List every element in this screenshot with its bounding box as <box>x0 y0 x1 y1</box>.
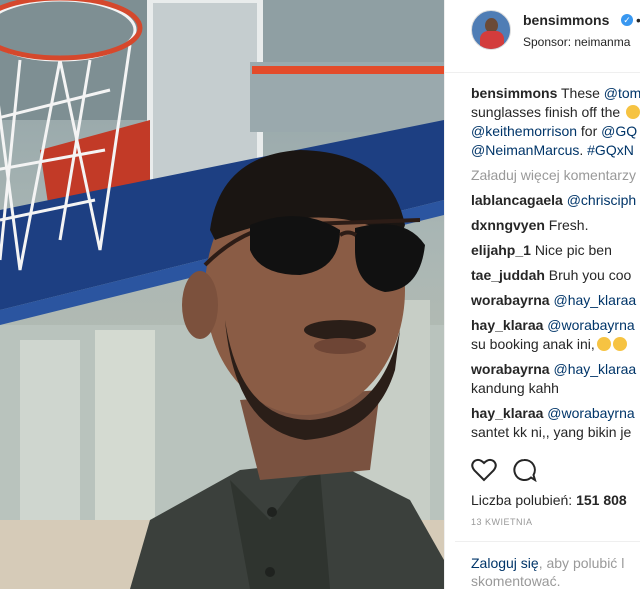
comment-text: Bruh you coo <box>548 267 632 283</box>
caption-mention[interactable]: @tom <box>604 85 640 101</box>
comment-bubble-icon[interactable] <box>511 458 537 487</box>
comment-username[interactable]: elijahp_1 <box>471 242 531 258</box>
comment-continuation: santet kk ni,, yang bikin je <box>471 423 640 442</box>
caption-line-2: sunglasses finish off the <box>471 103 640 122</box>
comment-text: kandung kahh <box>471 380 559 396</box>
load-more-comments-link[interactable]: Załaduj więcej komentarzy <box>471 166 640 185</box>
comment-text: Nice pic ben <box>534 242 612 258</box>
verified-badge-icon: ✓ <box>621 14 633 26</box>
comment-username[interactable]: tae_juddah <box>471 267 545 283</box>
comment-item: tae_juddah Bruh you coo <box>471 266 640 285</box>
comment-mention[interactable]: @worabayrna <box>547 405 634 421</box>
likes-count[interactable]: Liczba polubień: 151 808 <box>471 492 627 508</box>
login-text-part: , aby polubić l <box>538 555 625 571</box>
post-header: bensimmons ✓ • Sponsor: neimanma <box>445 0 640 73</box>
emoji-icon <box>596 337 611 351</box>
login-prompt: Zaloguj się, aby polubić l skomentować. <box>455 541 640 589</box>
comment-username[interactable]: dxnngvyen <box>471 217 545 233</box>
comment-text: santet kk ni,, yang bikin je <box>471 424 632 440</box>
caption-mention[interactable]: @GQ <box>601 123 637 139</box>
comment-mention[interactable]: @worabayrna <box>547 317 634 333</box>
caption-hashtag[interactable]: #GQxN <box>587 142 634 158</box>
comment-mention[interactable]: @hay_klaraa <box>553 292 636 308</box>
emoji-icon <box>612 337 627 351</box>
comment-username[interactable]: worabayrna <box>471 292 550 308</box>
comment-continuation: kandung kahh <box>471 379 640 398</box>
comment-item: elijahp_1 Nice pic ben <box>471 241 640 260</box>
caption-text: for <box>577 123 602 139</box>
comment-username[interactable]: hay_klaraa <box>471 405 543 421</box>
caption-mention[interactable]: @keithemorrison <box>471 123 577 139</box>
comment-username[interactable]: lablancagaela <box>471 192 563 208</box>
comments-list: bensimmons These @tom sunglasses finish … <box>471 84 640 442</box>
likes-label: Liczba polubień: <box>471 492 577 508</box>
comment-continuation: su booking anak ini, <box>471 335 640 354</box>
comment-mention[interactable]: @hay_klaraa <box>553 361 636 377</box>
comment-mention[interactable]: @chrisciph <box>567 192 636 208</box>
caption-text: . <box>579 142 588 158</box>
caption-username[interactable]: bensimmons <box>471 85 557 101</box>
caption-line-1: bensimmons These @tom <box>471 84 640 103</box>
post-username[interactable]: bensimmons <box>523 12 609 28</box>
sponsor-label[interactable]: Sponsor: neimanma <box>523 35 630 49</box>
comment-text: Fresh. <box>548 217 589 233</box>
caption-line-3: @keithemorrison for @GQ <box>471 122 640 141</box>
likes-number: 151 808 <box>576 492 627 508</box>
caption-line-4: @NeimanMarcus. #GQxN <box>471 141 640 160</box>
comment-item: dxnngvyen Fresh. <box>471 216 640 235</box>
login-text: Zaloguj się, aby polubić l skomentować. <box>471 554 640 589</box>
avatar[interactable] <box>471 10 511 50</box>
heart-icon[interactable] <box>471 458 497 487</box>
separator-dot: • <box>636 12 640 28</box>
comment-item: worabayrna @hay_klaraa <box>471 360 640 379</box>
emoji-icon <box>626 105 640 119</box>
login-link[interactable]: Zaloguj się <box>471 555 539 571</box>
comment-text: su booking anak ini, <box>471 336 595 352</box>
comment-item: lablancagaela @chrisciph <box>471 191 640 210</box>
comment-item: worabayrna @hay_klaraa <box>471 291 640 310</box>
avatar-torso <box>480 31 504 49</box>
caption-text: sunglasses finish off the <box>471 104 625 120</box>
comment-item: hay_klaraa @worabayrna <box>471 404 640 423</box>
login-text-part: skomentować. <box>471 573 561 589</box>
post-date: 13 KWIETNIA <box>471 517 533 527</box>
post-side-panel: bensimmons ✓ • Sponsor: neimanma bensimm… <box>444 0 640 589</box>
post-photo[interactable] <box>0 0 444 589</box>
photo-illustration <box>0 0 444 589</box>
comment-username[interactable]: hay_klaraa <box>471 317 543 333</box>
caption-mention[interactable]: @NeimanMarcus <box>471 142 579 158</box>
comment-item: hay_klaraa @worabayrna <box>471 316 640 335</box>
comment-username[interactable]: worabayrna <box>471 361 550 377</box>
caption-text: These <box>557 85 604 101</box>
